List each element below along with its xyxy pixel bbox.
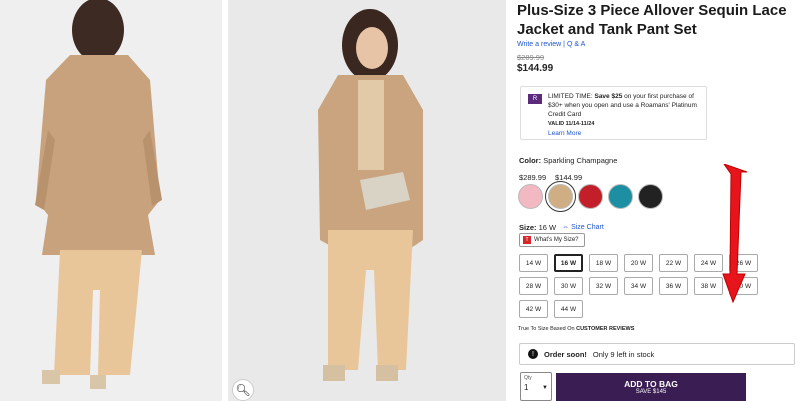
size-label: Size: bbox=[519, 223, 537, 232]
size-option[interactable]: 30 W bbox=[554, 277, 583, 295]
link-separator: | bbox=[563, 41, 565, 48]
size-option[interactable]: 14 W bbox=[519, 254, 548, 272]
zoom-icon[interactable]: 🔍︎ bbox=[232, 379, 254, 401]
alert-icon: ! bbox=[528, 349, 538, 359]
color-label: Color: bbox=[519, 156, 542, 165]
learn-more-link[interactable]: Learn More bbox=[548, 130, 581, 137]
size-option[interactable]: 18 W bbox=[589, 254, 618, 272]
red-arrow-annotation bbox=[722, 164, 748, 304]
credit-card-promo: R LIMITED TIME: Save $25 on your first p… bbox=[520, 86, 707, 140]
stock-alert: ! Order soon! Only 9 left in stock bbox=[519, 343, 795, 365]
size-header: Size: 16 W ⇔ Size Chart bbox=[519, 223, 604, 232]
swatch-price-sale: $144.99 bbox=[555, 173, 583, 182]
whats-my-size-button[interactable]: T What's My Size? bbox=[519, 233, 585, 247]
credit-card-icon: R bbox=[528, 94, 542, 104]
size-option[interactable]: 34 W bbox=[624, 277, 653, 295]
stock-alert-text: Only 9 left in stock bbox=[592, 349, 655, 359]
color-swatch-red[interactable] bbox=[578, 184, 603, 209]
stock-alert-bold: Order soon! bbox=[544, 349, 587, 359]
size-chart-link[interactable]: ⇔ Size Chart bbox=[562, 224, 604, 231]
color-swatch-champagne[interactable] bbox=[545, 181, 576, 212]
true-to-size-note: True To Size Based On CUSTOMER REVIEWS bbox=[518, 326, 634, 332]
current-price: $144.99 bbox=[517, 63, 554, 74]
size-option[interactable]: 42 W bbox=[519, 300, 548, 318]
product-info: Plus-Size 3 Piece Allover Sequin Lace Ja… bbox=[517, 0, 800, 401]
add-to-bag-savings: SAVE $145 bbox=[635, 389, 667, 395]
whats-my-size-label: What's My Size? bbox=[534, 237, 579, 243]
color-swatch-pink[interactable] bbox=[518, 184, 543, 209]
true-to-size-text: True To Size Based On bbox=[518, 326, 575, 332]
color-swatch-teal[interactable] bbox=[608, 184, 633, 209]
product-image-front[interactable] bbox=[228, 0, 506, 401]
color-swatches bbox=[518, 181, 663, 212]
promo-prefix: LIMITED TIME: bbox=[548, 93, 593, 100]
chevron-down-icon: ▼ bbox=[542, 384, 548, 391]
write-review-link[interactable]: Write a review bbox=[517, 41, 561, 48]
product-page: 🔍︎ Plus-Size 3 Piece Allover Sequin Lace… bbox=[0, 0, 800, 401]
product-image-back[interactable] bbox=[0, 0, 222, 401]
color-swatch-black[interactable] bbox=[638, 184, 663, 209]
qty-value: 1 bbox=[524, 383, 529, 392]
review-links: Write a review | Q & A bbox=[517, 41, 800, 48]
color-selection-label: Color: Sparkling Champagne bbox=[519, 156, 617, 165]
add-to-bag-button[interactable]: ADD TO BAG SAVE $145 bbox=[556, 373, 746, 401]
color-value: Sparkling Champagne bbox=[543, 156, 618, 165]
add-to-bag-label: ADD TO BAG bbox=[624, 379, 678, 389]
qa-link[interactable]: Q & A bbox=[567, 41, 585, 48]
size-option[interactable]: 44 W bbox=[554, 300, 583, 318]
swatch-price-original: $289.99 bbox=[519, 173, 547, 182]
promo-valid-dates: VALID 11/14-11/24 bbox=[548, 121, 595, 127]
was-price: $289.99 bbox=[517, 53, 545, 62]
qty-label: Qty bbox=[524, 375, 532, 381]
size-option[interactable]: 36 W bbox=[659, 277, 688, 295]
size-value: 16 W bbox=[538, 223, 557, 232]
size-option[interactable]: 16 W bbox=[554, 254, 583, 272]
customer-reviews-link[interactable]: CUSTOMER REVIEWS bbox=[576, 326, 634, 332]
size-option[interactable]: 22 W bbox=[659, 254, 688, 272]
size-option[interactable]: 20 W bbox=[624, 254, 653, 272]
size-chart-label: Size Chart bbox=[571, 224, 604, 231]
product-title: Plus-Size 3 Piece Allover Sequin Lace Ja… bbox=[517, 2, 787, 38]
fit-logo-icon: T bbox=[523, 236, 531, 244]
size-option[interactable]: 32 W bbox=[589, 277, 618, 295]
quantity-select[interactable]: Qty 1 ▼ bbox=[520, 372, 552, 401]
size-option[interactable]: 28 W bbox=[519, 277, 548, 295]
promo-savings: Save $25 bbox=[594, 93, 623, 100]
